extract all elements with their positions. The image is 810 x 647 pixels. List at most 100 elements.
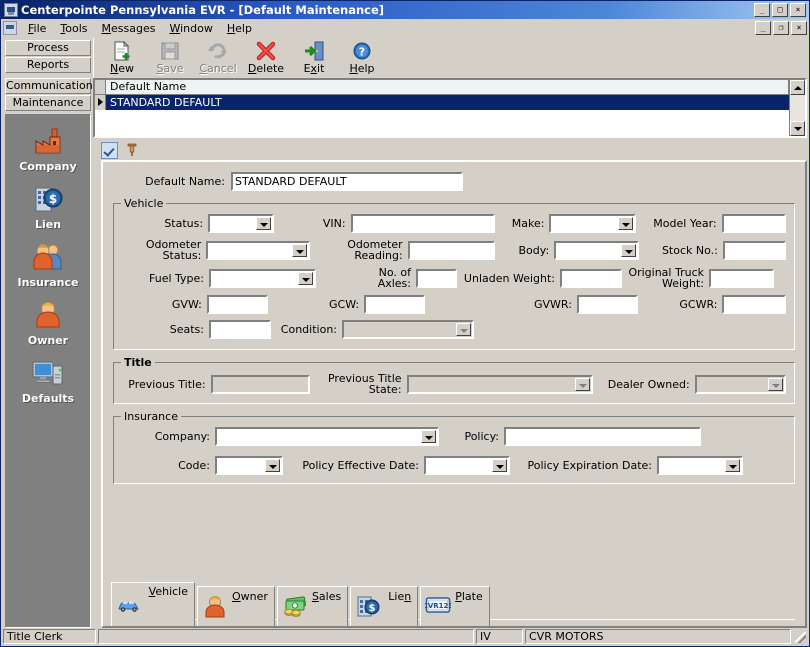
close-button[interactable]: × <box>790 3 806 17</box>
odometer-status-combo[interactable] <box>206 241 310 260</box>
resize-grip-icon[interactable] <box>793 629 807 644</box>
menu-item-tools[interactable]: Tools <box>53 20 94 37</box>
tab-vehicle[interactable]: Vehicle <box>111 582 195 626</box>
default-maintenance-panel: Default Name: STANDARD DEFAULT Vehicle S… <box>101 160 807 628</box>
dealer-owned-combo[interactable] <box>695 375 786 394</box>
menu-accel: H <box>227 22 235 35</box>
mdi-child-icon[interactable] <box>3 21 17 35</box>
fuel-type-combo[interactable] <box>209 269 316 288</box>
svg-text:$: $ <box>49 192 57 206</box>
mdi-restore-button[interactable]: ❐ <box>773 21 789 35</box>
default-name-input[interactable]: STANDARD DEFAULT <box>231 172 463 191</box>
seats-input[interactable] <box>209 320 271 339</box>
status-cell-mode: IV <box>476 629 523 644</box>
unladen-weight-input[interactable] <box>560 269 622 288</box>
chevron-down-icon[interactable] <box>265 459 280 472</box>
sidebar-item-insurance[interactable]: Insurance <box>6 241 90 289</box>
policy-effective-date-combo[interactable] <box>424 456 510 475</box>
no-of-axles-input[interactable] <box>416 269 457 288</box>
previous-title-state-combo[interactable] <box>407 375 593 394</box>
close-icon: × <box>791 4 805 16</box>
insurance-code-combo[interactable] <box>215 456 283 475</box>
menu-item-help[interactable]: Help <box>220 20 259 37</box>
status-cell-role: Title Clerk <box>3 629 96 644</box>
sidebar-nav-process[interactable]: Process <box>5 40 91 56</box>
gvwr-input[interactable] <box>577 295 638 314</box>
policy-expiration-date-combo[interactable] <box>657 456 743 475</box>
previous-title-input[interactable] <box>211 375 310 394</box>
chevron-down-icon[interactable] <box>298 272 313 285</box>
stock-no-input[interactable] <box>723 241 786 260</box>
gvw-input[interactable] <box>207 295 268 314</box>
chevron-down-icon[interactable] <box>256 217 271 230</box>
pushpin-icon[interactable] <box>126 143 138 157</box>
sidebar-item-defaults[interactable]: Defaults <box>6 357 90 405</box>
odometer-reading-input[interactable] <box>408 241 495 260</box>
mdi-close-button[interactable]: × <box>791 21 807 35</box>
maximize-button[interactable]: □ <box>772 3 788 17</box>
previous-title-state-label: Previous Title State: <box>310 373 407 395</box>
chevron-down-icon[interactable] <box>768 378 783 391</box>
grid-column-header-default-name[interactable]: Default Name <box>106 80 789 95</box>
chevron-down-icon[interactable] <box>421 430 436 443</box>
bank-dollar-icon: $ <box>31 183 65 215</box>
body-combo[interactable] <box>554 241 638 260</box>
mdi-minimize-button[interactable]: _ <box>755 21 771 35</box>
gcwr-input[interactable] <box>722 295 786 314</box>
vin-input[interactable] <box>351 214 495 233</box>
make-combo[interactable] <box>549 214 635 233</box>
toolbar-row: Process Reports New <box>1 38 809 78</box>
insurance-policy-input[interactable] <box>504 427 701 446</box>
vehicle-groupbox: Vehicle Status: VIN: Make: Model Year: <box>113 203 795 350</box>
chevron-down-icon[interactable] <box>725 459 740 472</box>
status-combo[interactable] <box>208 214 274 233</box>
menu-item-messages[interactable]: Messages <box>95 20 163 37</box>
tab-sales[interactable]: Sales <box>277 586 348 626</box>
chevron-down-icon[interactable] <box>618 217 633 230</box>
gvw-label: GVW: <box>122 298 207 311</box>
sidebar-item-lien[interactable]: $ Lien <box>6 183 90 231</box>
sidebar-nav-maintenance[interactable]: Maintenance <box>5 95 91 111</box>
scroll-up-arrow-icon[interactable] <box>790 80 805 95</box>
save-button[interactable]: Save <box>146 39 194 77</box>
sidebar-item-label: Insurance <box>18 276 79 289</box>
cancel-button[interactable]: Cancel <box>194 39 242 77</box>
grid-vertical-scrollbar[interactable] <box>789 80 805 136</box>
menu-label: ile <box>34 22 47 35</box>
sidebar-nav-communication[interactable]: Communication <box>5 78 91 94</box>
table-row[interactable]: STANDARD DEFAULT <box>95 95 789 110</box>
chevron-down-icon[interactable] <box>292 244 307 257</box>
sidebar-item-owner[interactable]: Owner <box>6 299 90 347</box>
minimize-button[interactable]: _ <box>754 3 770 17</box>
scroll-down-arrow-icon[interactable] <box>790 121 805 136</box>
default-name-row: Default Name: STANDARD DEFAULT <box>113 172 795 191</box>
vin-label: VIN: <box>274 217 350 230</box>
blue-check-icon[interactable] <box>101 142 118 159</box>
insurance-company-combo[interactable] <box>215 427 439 446</box>
gcw-input[interactable] <box>364 295 425 314</box>
restore-icon: ❐ <box>774 22 788 34</box>
new-button[interactable]: New <box>98 39 146 77</box>
help-button[interactable]: ? Help <box>338 39 386 77</box>
gcwr-label: GCWR: <box>638 298 723 311</box>
delete-button[interactable]: Delete <box>242 39 290 77</box>
fuel-type-label: Fuel Type: <box>122 272 209 285</box>
tab-owner[interactable]: Owner <box>197 586 275 626</box>
condition-combo[interactable] <box>342 320 474 339</box>
chevron-down-icon[interactable] <box>456 323 471 336</box>
exit-button[interactable]: Exit <box>290 39 338 77</box>
chevron-down-icon[interactable] <box>621 244 636 257</box>
new-button-label: New <box>110 62 134 75</box>
menu-item-window[interactable]: Window <box>162 20 219 37</box>
chevron-down-icon[interactable] <box>492 459 507 472</box>
sidebar-item-company[interactable]: Company <box>6 125 90 173</box>
menu-item-file[interactable]: File <box>21 20 53 37</box>
model-year-input[interactable] <box>722 214 786 233</box>
sidebar-nav-reports[interactable]: Reports <box>5 57 91 73</box>
tab-plate[interactable]: CVR123 Plate <box>420 586 490 626</box>
original-truck-weight-input[interactable] <box>709 269 774 288</box>
chevron-down-icon[interactable] <box>575 378 590 391</box>
tab-lien[interactable]: $ Lien <box>350 586 418 626</box>
window-title: Centerpointe Pennsylvania EVR - [Default… <box>21 3 754 17</box>
scrollbar-track[interactable] <box>790 95 805 121</box>
